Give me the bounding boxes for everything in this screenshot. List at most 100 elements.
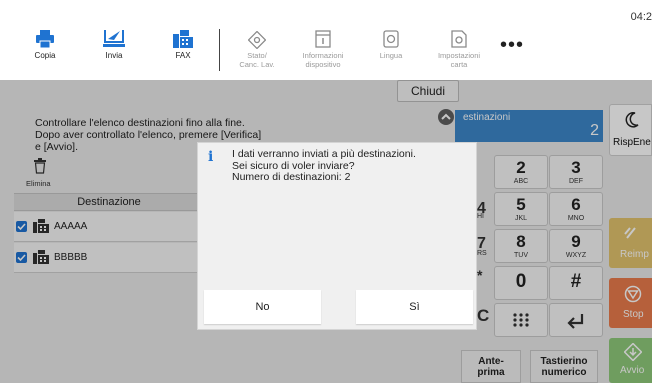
key-letters: DEF: [569, 178, 583, 185]
fax-tab[interactable]: FAX: [158, 0, 208, 80]
copy-tab-label: Copia: [34, 51, 56, 60]
key-digit: 5: [516, 195, 526, 214]
fax-tab-label: FAX: [175, 51, 191, 60]
key-9[interactable]: 9 WXYZ: [549, 229, 603, 263]
key-8[interactable]: 8 TUV: [494, 229, 548, 263]
key-digit: #: [570, 271, 582, 292]
stop-label: Stop: [623, 309, 644, 320]
send-tab[interactable]: Invia: [89, 0, 139, 80]
keypad-grid-icon: [513, 313, 529, 327]
delete-label: Elimina: [26, 179, 51, 188]
start-label: Avvio: [620, 365, 645, 376]
keypad-grid-button[interactable]: [494, 303, 548, 337]
device-info-icon: [315, 30, 331, 48]
modal-overlay: [197, 330, 477, 383]
checkbox-checked[interactable]: [16, 221, 27, 232]
info-icon: i: [208, 149, 214, 165]
enter-icon: [567, 314, 584, 329]
key-digit: 0: [515, 271, 527, 292]
dialog-message-line: Numero di destinazioni: 2: [232, 171, 351, 183]
job-status-tab-label: Stato/ Canc. Lav.: [239, 51, 275, 69]
numeric-keypad-button[interactable]: Tastierino numerico: [530, 350, 598, 383]
key-letters: WXYZ: [565, 252, 587, 259]
key-digit: 2: [516, 158, 526, 177]
fax-icon: [33, 219, 49, 233]
trash-icon: [34, 158, 46, 174]
checkbox-checked[interactable]: [16, 252, 27, 263]
device-info-tab-label: Informazioni dispositivo: [302, 51, 344, 69]
reset-label: Reimp: [620, 249, 649, 260]
language-icon: [383, 30, 399, 48]
previous-button[interactable]: Ante- prima: [461, 350, 521, 383]
delete-button[interactable]: Elimina: [26, 158, 66, 190]
destination-count-label: estinazioni: [463, 112, 511, 123]
send-tab-label: Invia: [105, 51, 123, 60]
key-partial: C: [477, 306, 490, 325]
stop-button[interactable]: Stop: [609, 278, 652, 328]
destination-name: BBBBB: [54, 252, 88, 263]
check-icon: [17, 254, 26, 262]
key-hash[interactable]: #: [549, 266, 603, 300]
job-status-tab[interactable]: Stato/ Canc. Lav.: [230, 0, 284, 80]
send-icon: [103, 30, 125, 47]
dialog-message: I dati verranno inviati a più destinazio…: [232, 148, 472, 184]
key-partial: *: [477, 267, 483, 283]
key-digit: 8: [516, 232, 526, 251]
paper-settings-icon: [451, 30, 467, 48]
destination-name: AAAAA: [54, 221, 88, 232]
language-tab[interactable]: Lingua: [368, 0, 414, 80]
key-3[interactable]: 3 DEF: [549, 155, 603, 189]
instructions-line: Dopo aver controllato l'elenco, premere …: [35, 129, 262, 141]
moon-icon: [625, 112, 639, 128]
confirmation-dialog: i I dati verranno inviati a più destinaz…: [197, 142, 477, 330]
no-button[interactable]: No: [204, 290, 321, 324]
yes-button[interactable]: Sì: [356, 290, 473, 324]
job-status-icon: [248, 31, 266, 49]
previous-label: prima: [477, 367, 505, 378]
start-button[interactable]: Avvio: [609, 338, 652, 383]
check-icon: [17, 223, 26, 231]
fax-icon: [33, 250, 49, 264]
dialog-message-line: I dati verranno inviati a più destinazio…: [232, 148, 416, 160]
reset-icon: [624, 227, 636, 239]
key-partial: HI: [477, 213, 484, 220]
numeric-keypad-label: Tastierino: [540, 356, 588, 367]
key-6[interactable]: 6 MNO: [549, 192, 603, 226]
topbar-divider: [219, 29, 220, 71]
stop-icon: [624, 285, 642, 303]
energy-saver-label: RispEne: [613, 137, 651, 148]
key-digit: 6: [571, 195, 581, 214]
reset-button[interactable]: Reimp: [609, 218, 652, 268]
key-letters: ABC: [513, 178, 529, 185]
language-tab-label: Lingua: [379, 51, 403, 60]
destination-column-header: Destinazione: [14, 193, 204, 211]
paper-settings-tab-label: Impostazioni carta: [437, 51, 481, 69]
key-partial: RS: [477, 250, 487, 257]
previous-label: Ante-: [478, 356, 504, 367]
device-info-tab[interactable]: Informazioni dispositivo: [292, 0, 354, 80]
destination-count-value: 2: [590, 122, 599, 139]
copy-icon: [36, 30, 54, 48]
numeric-keypad-label: numerico: [541, 367, 587, 378]
top-navigation-bar: Copia Invia FAX Stato/ Canc. Lav. Inform…: [0, 0, 652, 80]
enter-key[interactable]: [549, 303, 603, 337]
destination-row[interactable]: BBBBB: [14, 243, 204, 273]
key-digit: 9: [571, 232, 581, 251]
destination-row[interactable]: AAAAA: [14, 212, 204, 242]
key-2[interactable]: 2 ABC: [494, 155, 548, 189]
key-letters: JKL: [514, 215, 528, 222]
key-digit: 3: [571, 158, 581, 177]
fax-icon: [173, 30, 193, 48]
energy-saver-button[interactable]: RispEne: [609, 104, 652, 156]
start-icon: [624, 343, 642, 361]
close-button[interactable]: Chiudi: [397, 80, 459, 102]
key-letters: MNO: [567, 215, 585, 222]
chevron-up-icon: [441, 113, 451, 120]
key-5[interactable]: 5 JKL: [494, 192, 548, 226]
destination-count-panel: estinazioni 2: [455, 110, 603, 142]
more-menu-icon[interactable]: •••: [500, 34, 524, 57]
scroll-up-button[interactable]: [438, 109, 454, 125]
copy-tab[interactable]: Copia: [20, 0, 70, 80]
paper-settings-tab[interactable]: Impostazioni carta: [428, 0, 490, 80]
key-0[interactable]: 0: [494, 266, 548, 300]
